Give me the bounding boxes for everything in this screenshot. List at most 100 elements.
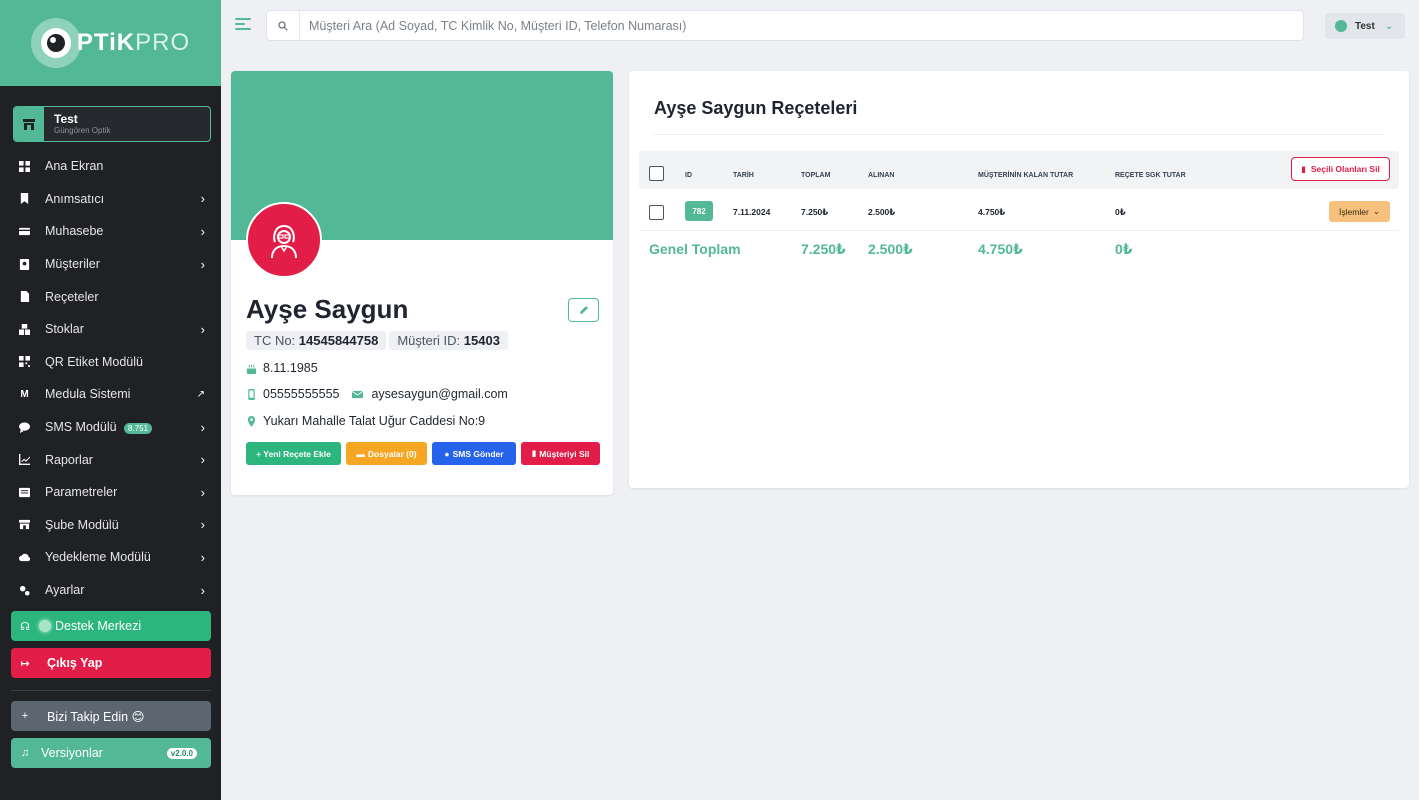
sms-credit-badge: 8.751: [124, 423, 153, 435]
customer-id-row: TC No: 14545844758 Müşteri ID: 15403: [246, 331, 508, 350]
files-button[interactable]: ▬ Dosyalar (0): [346, 442, 427, 465]
app-logo[interactable]: PTiK PRO: [30, 18, 190, 68]
avatar: [246, 202, 322, 278]
map-marker-icon: [246, 415, 257, 427]
recipe-date: 7.11.2024: [733, 207, 771, 217]
column-header-sgk: REÇETE SGK TUTAR: [1115, 172, 1186, 179]
sidebar-item-label: Muhasebe: [45, 224, 104, 239]
grand-total-sgk: 0₺: [1115, 241, 1133, 257]
support-center-button[interactable]: ☊ Destek Merkezi: [11, 611, 211, 642]
chevron-right-icon: ›: [200, 419, 205, 435]
logout-label: Çıkış Yap: [47, 656, 103, 671]
recipes-card: Ayşe Saygun Reçeteleri ID TARİH TOPLAM A…: [629, 71, 1409, 488]
column-header-received: ALINAN: [868, 172, 895, 179]
sidebar-item-label: Medula Sistemi: [45, 387, 131, 402]
grand-total-label: Genel Toplam: [649, 241, 741, 257]
new-recipe-button[interactable]: + Yeni Reçete Ekle: [246, 442, 341, 465]
chart-line-icon: [18, 453, 31, 466]
user-circle-icon: [1335, 20, 1347, 32]
gears-icon: [18, 584, 31, 597]
customer-id-label: Müşteri ID:: [397, 333, 461, 348]
contact-line: 05555555555 aysesaygun@gmail.com: [246, 387, 508, 401]
sidebar-item-ayarlar[interactable]: Ayarlar ›: [0, 574, 221, 607]
sidebar-item-yedekleme[interactable]: Yedekleme Modülü ›: [0, 541, 221, 574]
phone-number[interactable]: 05555555555: [263, 387, 339, 401]
comment-icon: [18, 421, 31, 434]
chevron-right-icon: ›: [200, 223, 205, 239]
grand-total-remaining: 4.750₺: [978, 241, 1023, 257]
sidebar-item-musteriler[interactable]: Müşteriler ›: [0, 248, 221, 281]
eye-logo-icon: [30, 18, 81, 68]
sidebar-item-raporlar[interactable]: Raporlar ›: [0, 443, 221, 476]
logout-button[interactable]: ↦ Çıkış Yap: [11, 648, 211, 679]
chevron-right-icon: ›: [200, 321, 205, 337]
sidebar-item-sube[interactable]: Şube Modülü ›: [0, 509, 221, 542]
files-label: Dosyalar (0): [367, 448, 417, 459]
sidebar-item-parametreler[interactable]: Parametreler ›: [0, 476, 221, 509]
logo-area: PTiK PRO: [0, 0, 221, 86]
sidebar: PTiK PRO Test Güngören Optik Ana Ekran A…: [0, 0, 221, 800]
comments-icon: ●: [444, 448, 450, 459]
follow-us-button[interactable]: + Bizi Takip Edin 😊: [11, 701, 211, 732]
sidebar-item-ana-ekran[interactable]: Ana Ekran: [0, 150, 221, 183]
sidebar-item-label: QR Etiket Modülü: [45, 354, 143, 369]
column-header-id: ID: [685, 172, 692, 179]
send-sms-button[interactable]: ● SMS Gönder: [432, 442, 516, 465]
list-icon: [18, 486, 31, 499]
customer-id-chip: Müşteri ID: 15403: [389, 331, 508, 350]
sidebar-item-label: Anımsatıcı: [45, 191, 105, 206]
shop-icon: [18, 518, 31, 531]
birthdate: 8.11.1985: [263, 361, 318, 375]
trash-icon: ▮: [531, 448, 537, 458]
sidebar-item-qr-etiket[interactable]: QR Etiket Modülü: [0, 346, 221, 379]
sidebar-item-label: Parametreler: [45, 485, 118, 500]
chevron-down-icon: ⌄: [1384, 20, 1394, 32]
folder-icon: ▬: [356, 448, 365, 459]
sidebar-item-label: SMS Modülü: [45, 420, 117, 435]
branch-name: Güngören Optik: [54, 126, 111, 135]
row-checkbox[interactable]: [649, 205, 664, 220]
address: Yukarı Mahalle Talat Uğur Caddesi No:9: [263, 414, 486, 428]
edit-customer-button[interactable]: [568, 298, 599, 322]
user-menu-dropdown[interactable]: Test ⌄: [1325, 13, 1405, 39]
sidebar-menu: Ana Ekran Anımsatıcı › Muhasebe › Müşter…: [0, 150, 221, 606]
title-divider: [654, 134, 1384, 135]
delete-selected-button[interactable]: ▮ Seçili Olanları Sil: [1291, 157, 1390, 181]
user-name: Test: [54, 112, 78, 126]
sidebar-item-receteler[interactable]: Reçeteler: [0, 280, 221, 313]
sign-out-icon: ↦: [20, 657, 30, 670]
chevron-right-icon: ›: [200, 452, 205, 468]
delete-customer-button[interactable]: ▮ Müşteriyi Sil: [521, 442, 600, 465]
select-all-checkbox[interactable]: [649, 166, 664, 181]
chevron-down-icon: ⌄: [1372, 206, 1380, 216]
delete-customer-label: Müşteriyi Sil: [539, 448, 590, 459]
version-badge: v2.0.0: [166, 747, 197, 759]
delete-selected-label: Seçili Olanları Sil: [1310, 164, 1380, 174]
file-icon: [18, 290, 31, 303]
sidebar-item-label: Raporlar: [45, 452, 93, 467]
menu-toggle-icon[interactable]: [235, 18, 251, 32]
email-address[interactable]: aysesaygun@gmail.com: [371, 387, 507, 401]
sidebar-item-medula[interactable]: M Medula Sistemi ↗: [0, 378, 221, 411]
trash-icon: ▮: [1301, 163, 1306, 174]
sidebar-item-label: Reçeteler: [45, 289, 99, 304]
top-user-name: Test: [1355, 20, 1375, 32]
sidebar-item-animsatici[interactable]: Anımsatıcı ›: [0, 183, 221, 216]
online-status-dot: [39, 620, 51, 633]
recipe-remaining: 4.750₺: [978, 207, 1006, 217]
sidebar-item-stoklar[interactable]: Stoklar ›: [0, 313, 221, 346]
search-input[interactable]: [300, 11, 1303, 40]
recipe-sgk: 0₺: [1115, 207, 1126, 217]
column-header-total: TOPLAM: [801, 172, 831, 179]
branch-user-card[interactable]: Test Güngören Optik: [13, 106, 211, 142]
versions-button[interactable]: ♫ Versiyonlar v2.0.0: [11, 738, 211, 769]
recipe-id-badge[interactable]: 782: [685, 201, 713, 221]
row-actions-dropdown[interactable]: İşlemler ⌄: [1329, 201, 1390, 222]
sidebar-item-label: Şube Modülü: [45, 517, 119, 532]
sidebar-item-label: Stoklar: [45, 322, 84, 337]
sidebar-item-muhasebe[interactable]: Muhasebe ›: [0, 215, 221, 248]
grand-total-received: 2.500₺: [868, 241, 913, 257]
search-icon: [267, 11, 300, 40]
headset-icon: ☊: [20, 620, 30, 633]
sidebar-item-sms[interactable]: SMS Modülü 8.751 ›: [0, 411, 221, 444]
